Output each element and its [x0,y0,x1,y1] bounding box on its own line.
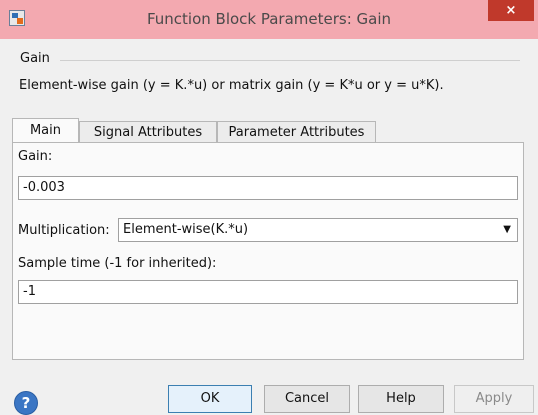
apply-button[interactable]: Apply [454,385,534,413]
title-bar[interactable]: Function Block Parameters: Gain × [0,0,538,39]
dialog-body: Gain Element-wise gain (y = K.*u) or mat… [8,39,530,384]
block-description: Element-wise gain (y = K.*u) or matrix g… [19,78,444,93]
gain-label: Gain: [18,149,53,164]
close-button[interactable]: × [488,0,534,21]
multiplication-label: Multiplication: [18,223,110,238]
gain-input[interactable]: -0.003 [18,176,518,200]
block-name-label: Gain [20,51,50,66]
help-button[interactable]: Help [358,385,444,413]
sample-time-input[interactable]: -1 [18,280,518,304]
multiplication-select[interactable]: Element-wise(K.*u) ▼ [118,218,518,242]
window-title: Function Block Parameters: Gain [146,10,392,28]
tab-signal-attributes[interactable]: Signal Attributes [79,121,217,142]
cancel-button[interactable]: Cancel [264,385,350,413]
tab-main[interactable]: Main [12,118,79,142]
question-mark-icon[interactable]: ? [14,391,38,415]
sample-time-label: Sample time (-1 for inherited): [18,256,217,271]
close-icon: × [505,3,517,18]
group-divider [60,60,520,61]
main-tab-panel: Gain: -0.003 Multiplication: Element-wis… [12,142,524,360]
tab-parameter-attributes[interactable]: Parameter Attributes [217,121,376,142]
ok-button[interactable]: OK [168,385,252,413]
chevron-down-icon: ▼ [503,224,511,235]
multiplication-selected-value: Element-wise(K.*u) [123,222,249,237]
